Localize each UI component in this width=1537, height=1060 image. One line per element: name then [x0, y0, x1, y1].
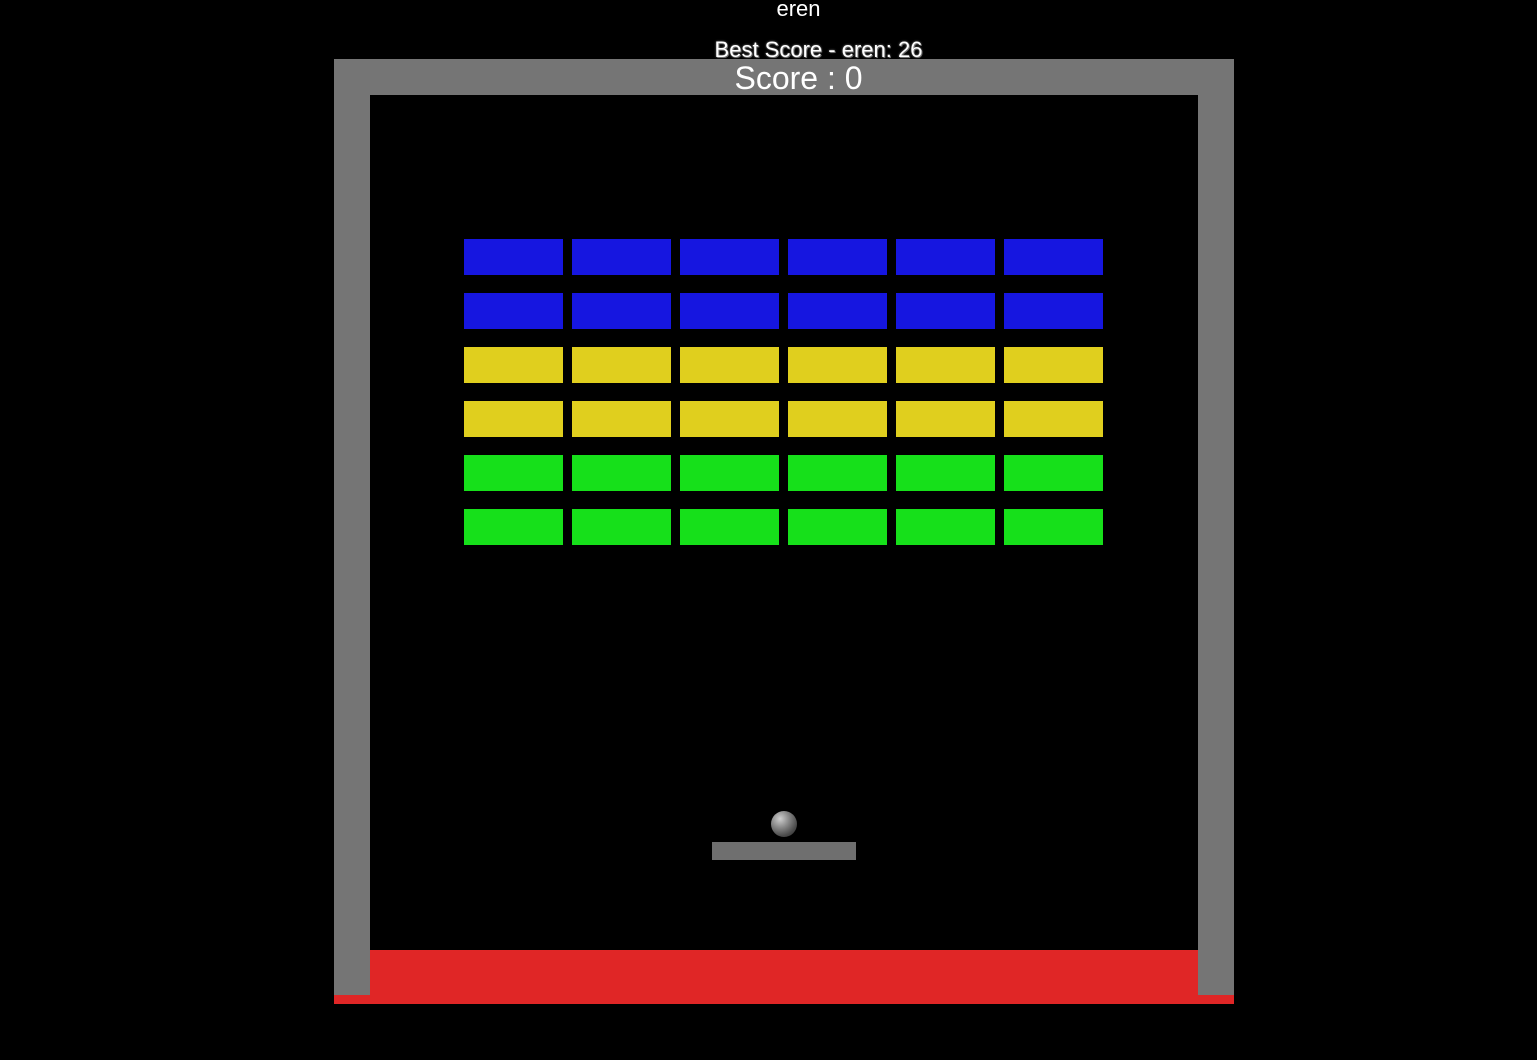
- player-name: eren: [776, 0, 821, 21]
- game-stage[interactable]: eren Best Score - eren: 26 Score : 0: [0, 0, 1537, 1060]
- wall-left: [334, 59, 370, 995]
- brick-yellow: [680, 401, 779, 437]
- brick-green: [572, 455, 671, 491]
- brick-green: [572, 509, 671, 545]
- brick-blue: [464, 239, 563, 275]
- brick-green: [788, 455, 887, 491]
- brick-blue: [680, 239, 779, 275]
- brick-blue: [1004, 293, 1103, 329]
- brick-yellow: [1004, 401, 1103, 437]
- brick-yellow: [896, 401, 995, 437]
- brick-yellow: [1004, 347, 1103, 383]
- floor-death-strip: [334, 995, 1234, 1004]
- brick-blue: [572, 293, 671, 329]
- brick-yellow: [896, 347, 995, 383]
- brick-blue: [572, 239, 671, 275]
- brick-yellow: [572, 401, 671, 437]
- brick-green: [896, 509, 995, 545]
- score-label: Score : 0: [734, 60, 863, 96]
- brick-grid: [464, 239, 1103, 545]
- brick-blue: [1004, 239, 1103, 275]
- brick-green: [788, 509, 887, 545]
- brick-green: [464, 455, 563, 491]
- floor-death-zone: [370, 950, 1198, 995]
- brick-blue: [788, 239, 887, 275]
- brick-yellow: [464, 347, 563, 383]
- brick-green: [1004, 509, 1103, 545]
- brick-green: [680, 455, 779, 491]
- brick-yellow: [788, 347, 887, 383]
- brick-yellow: [788, 401, 887, 437]
- brick-green: [1004, 455, 1103, 491]
- brick-yellow: [572, 347, 671, 383]
- wall-right: [1198, 59, 1234, 995]
- brick-green: [464, 509, 563, 545]
- brick-yellow: [680, 347, 779, 383]
- brick-blue: [680, 293, 779, 329]
- brick-blue: [464, 293, 563, 329]
- brick-blue: [788, 293, 887, 329]
- brick-green: [896, 455, 995, 491]
- paddle[interactable]: [712, 842, 856, 860]
- brick-blue: [896, 293, 995, 329]
- brick-yellow: [464, 401, 563, 437]
- ball: [771, 811, 797, 837]
- brick-green: [680, 509, 779, 545]
- brick-blue: [896, 239, 995, 275]
